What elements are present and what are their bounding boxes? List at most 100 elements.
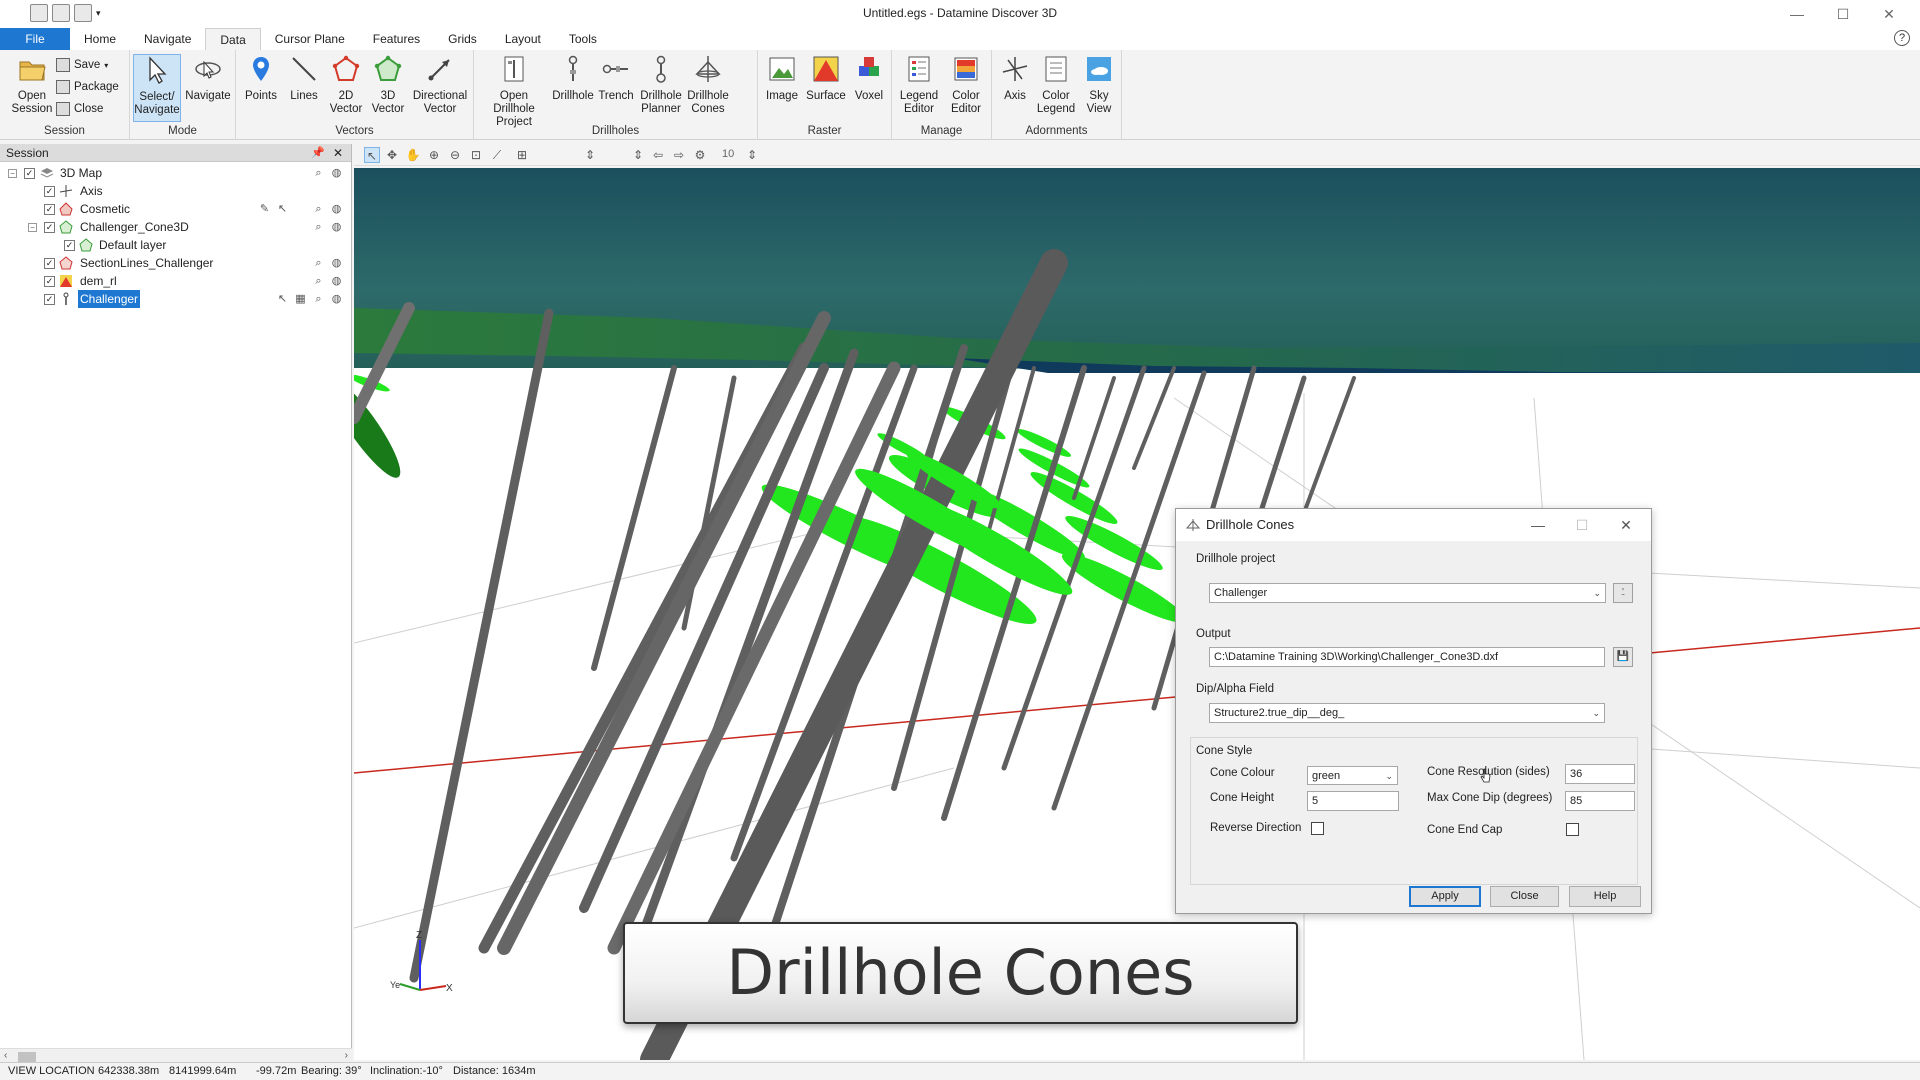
tab-file[interactable]: File [0,28,70,50]
tab-layout[interactable]: Layout [491,28,555,50]
tab-features[interactable]: Features [359,28,434,50]
cone-end-cap-checkbox[interactable] [1566,823,1579,836]
minimize-button[interactable]: — [1774,2,1820,26]
save-file-icon[interactable]: 💾 [1613,647,1633,667]
zoom-to-icon[interactable]: ⌕ [312,221,325,234]
tree-item-dem-rl[interactable]: ✓ dem_rl ⌕ ◍ [0,272,352,290]
tree-item-sectionlines-challenger[interactable]: ✓ SectionLines_Challenger ⌕ ◍ [0,254,352,272]
package-button[interactable]: Package [56,80,119,94]
select-icon[interactable]: ↖ [364,147,380,163]
tree-item-axis[interactable]: ✓ Axis [0,182,352,200]
zoom-to-icon[interactable]: ⌕ [312,257,325,270]
maximize-button[interactable]: ☐ [1820,2,1866,26]
arrow-right-icon[interactable]: ⇨ [671,147,687,163]
drillhole-planner-button[interactable]: Drillhole Planner [638,54,684,116]
2d-vector-button[interactable]: 2D Vector [326,54,366,116]
visibility-checkbox[interactable]: ✓ [44,186,55,197]
edit-pencil-icon[interactable]: ✎ [258,203,271,216]
tab-navigate[interactable]: Navigate [130,28,205,50]
scroll-left-icon[interactable]: ‹ [4,1050,7,1061]
close-button[interactable]: ✕ [1866,2,1912,26]
color-editor-button[interactable]: Color Editor [944,54,988,116]
measure-icon[interactable]: ⟋ [489,147,505,163]
open-drillhole-project-button[interactable]: Open Drillhole Project [480,54,548,129]
spin-up-down-icon[interactable]: ⇕ [744,147,760,163]
globe-icon[interactable]: ◍ [330,221,343,234]
pan-hand-icon[interactable]: ✋ [405,147,421,163]
select-tool-icon[interactable]: ↖ [276,203,289,216]
sky-view-button[interactable]: Sky View [1080,54,1118,116]
table-icon[interactable]: ▦ [294,293,307,306]
drillhole-properties-button[interactable]: ⍘ [1613,583,1633,603]
lines-button[interactable]: Lines [284,54,324,103]
globe-icon[interactable]: ◍ [330,167,343,180]
collapse-icon[interactable]: − [28,223,37,232]
rotate-icon[interactable]: ✥ [384,147,400,163]
navigate-button[interactable]: Navigate [184,54,232,103]
pin-icon[interactable]: 📌 [311,144,325,162]
tab-home[interactable]: Home [70,28,130,50]
trench-button[interactable]: Trench [596,54,636,103]
globe-icon[interactable]: ◍ [330,203,343,216]
surface-button[interactable]: Surface [804,54,848,103]
tab-grids[interactable]: Grids [434,28,491,50]
zoom-extent-icon[interactable]: ⊡ [468,147,484,163]
tab-data[interactable]: Data [205,28,261,50]
axis-button[interactable]: Axis [998,54,1032,103]
zoom-to-icon[interactable]: ⌕ [312,167,325,180]
open-session-button[interactable]: Open Session [8,54,56,116]
color-legend-button[interactable]: Color Legend [1034,54,1078,116]
close-session-button[interactable]: Close [56,102,103,116]
tree-item-challenger-cone3d[interactable]: − ✓ Challenger_Cone3D ⌕ ◍ [0,218,352,236]
zoom-to-icon[interactable]: ⌕ [312,293,325,306]
dialog-minimize-button[interactable]: — [1523,509,1553,541]
dip-alpha-field-select[interactable]: Structure2.true_dip__deg_ ⌄ [1209,703,1605,723]
tree-item-default-layer[interactable]: ✓ Default layer [0,236,352,254]
visibility-checkbox[interactable]: ✓ [44,276,55,287]
tree-item-challenger[interactable]: ✓ Challenger ↖ ▦ ⌕ ◍ [0,290,352,308]
3d-vector-button[interactable]: 3D Vector [368,54,408,116]
select-navigate-button[interactable]: Select/ Navigate [133,54,181,122]
globe-icon[interactable]: ◍ [330,275,343,288]
scroll-thumb[interactable] [18,1052,36,1062]
cone-resolution-input[interactable]: 36 [1565,764,1635,784]
zoom-to-icon[interactable]: ⌕ [312,275,325,288]
max-cone-dip-input[interactable]: 85 [1565,791,1635,811]
dialog-close-button[interactable]: ✕ [1611,509,1641,541]
save-button[interactable]: Save ▾ [56,58,108,72]
visibility-checkbox[interactable]: ✓ [24,168,35,179]
tab-tools[interactable]: Tools [555,28,611,50]
step-value[interactable]: 10 [722,148,734,160]
visibility-checkbox[interactable]: ✓ [64,240,75,251]
select-tool-icon[interactable]: ↖ [276,293,289,306]
globe-icon[interactable]: ◍ [330,257,343,270]
spin-up-down-icon[interactable]: ⇕ [582,147,598,163]
visibility-checkbox[interactable]: ✓ [44,204,55,215]
close-dialog-button[interactable]: Close [1490,886,1559,907]
help-icon[interactable]: ? [1894,30,1910,46]
globe-icon[interactable]: ◍ [330,293,343,306]
output-path-field[interactable]: C:\Datamine Training 3D\Working\Challeng… [1209,647,1605,667]
tab-cursor-plane[interactable]: Cursor Plane [261,28,359,50]
tree-item-3d-map[interactable]: − ✓ 3D Map ⌕ ◍ [0,164,352,182]
close-icon[interactable]: ✕ [333,144,343,162]
apply-button[interactable]: Apply [1409,886,1481,907]
help-button[interactable]: Help [1569,886,1641,907]
visibility-checkbox[interactable]: ✓ [44,222,55,233]
drillhole-button[interactable]: Drillhole [552,54,594,103]
drillhole-cones-button[interactable]: Drillhole Cones [686,54,730,116]
visibility-checkbox[interactable]: ✓ [44,258,55,269]
legend-editor-button[interactable]: Legend Editor [896,54,942,116]
arrow-left-icon[interactable]: ⇦ [650,147,666,163]
voxel-button[interactable]: Voxel [850,54,888,103]
image-button[interactable]: Image [764,54,800,103]
cone-colour-select[interactable]: green ⌄ [1307,766,1398,785]
settings-gear-icon[interactable]: ⚙ [692,147,708,163]
collapse-icon[interactable]: − [8,169,17,178]
zoom-out-icon[interactable]: ⊖ [447,147,463,163]
zoom-to-icon[interactable]: ⌕ [312,203,325,216]
directional-vector-button[interactable]: Directional Vector [410,54,470,116]
zoom-in-icon[interactable]: ⊕ [426,147,442,163]
points-button[interactable]: Points [241,54,281,103]
drillhole-project-select[interactable]: Challenger ⌄ [1209,583,1606,603]
